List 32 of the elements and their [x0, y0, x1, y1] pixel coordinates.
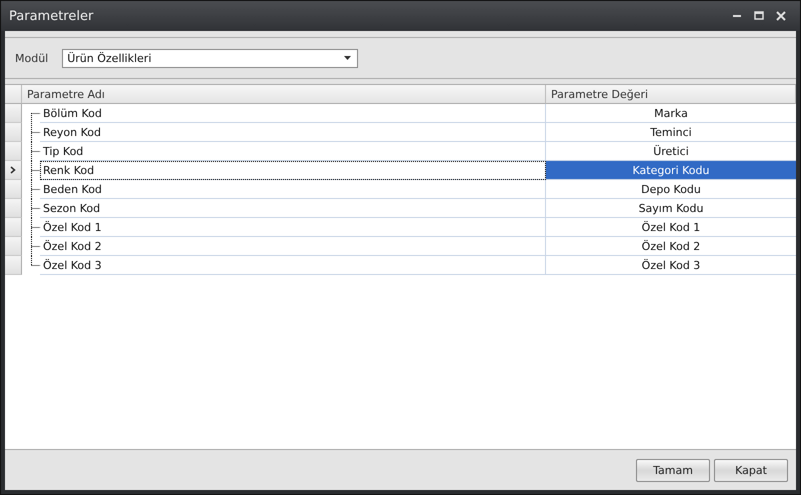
parameter-name-cell[interactable]: Beden Kod	[40, 180, 546, 199]
parameter-value-cell[interactable]: Özel Kod 2	[546, 237, 796, 256]
tree-connector-icon	[31, 218, 40, 237]
parameter-value-cell[interactable]: Üretici	[546, 142, 796, 161]
maximize-icon	[754, 11, 764, 21]
tree-connector-icon	[31, 142, 40, 161]
parameter-name-cell[interactable]: Özel Kod 3	[40, 256, 546, 275]
parameter-name-cell[interactable]: Özel Kod 1	[40, 218, 546, 237]
dialog-button[interactable]: Tamam	[636, 458, 710, 482]
close-icon	[776, 11, 786, 21]
dialog-button[interactable]: Kapat	[714, 458, 788, 482]
parameter-name-cell[interactable]: Özel Kod 2	[40, 237, 546, 256]
parameter-name-cell[interactable]: Renk Kod	[40, 161, 546, 180]
parameter-name-cell[interactable]: Tip Kod	[40, 142, 546, 161]
module-label: Modül	[15, 52, 48, 64]
parameter-value-cell[interactable]: Kategori Kodu	[546, 161, 796, 180]
column-header[interactable]: Parametre Değeri	[546, 85, 796, 104]
column-header[interactable]: Parametre Adı	[22, 85, 546, 104]
dropdown-arrow-icon	[344, 56, 352, 60]
row-indicator[interactable]	[5, 161, 22, 180]
parameter-name-cell[interactable]: Sezon Kod	[40, 199, 546, 218]
tree-connector-icon	[31, 199, 40, 218]
minimize-icon	[733, 15, 741, 17]
window-title: Parametreler	[9, 8, 94, 24]
parameter-name-cell[interactable]: Reyon Kod	[40, 123, 546, 142]
parameter-value-cell[interactable]: Özel Kod 1	[546, 218, 796, 237]
tree-connector-icon	[31, 180, 40, 199]
parameter-value-cell[interactable]: Özel Kod 3	[546, 256, 796, 275]
parameter-name-cell[interactable]: Bölüm Kod	[40, 104, 546, 123]
header-corner	[5, 85, 22, 104]
module-dropdown[interactable]: Ürün Özellikleri	[62, 48, 358, 68]
tree-connector-icon	[31, 161, 40, 180]
